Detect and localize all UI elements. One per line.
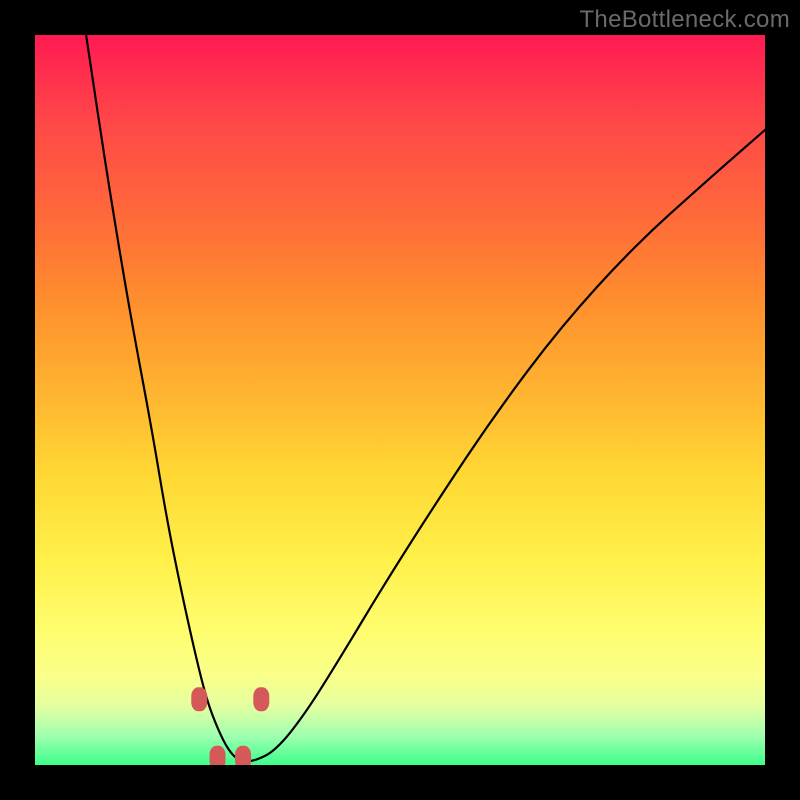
watermark-text: TheBottleneck.com <box>579 6 790 34</box>
bottleneck-curve <box>86 35 765 761</box>
curve-svg <box>35 35 765 765</box>
chart-frame: TheBottleneck.com <box>0 0 800 800</box>
plot-area <box>35 35 765 765</box>
curve-marker <box>235 746 251 765</box>
curve-marker <box>191 687 207 711</box>
curve-marker <box>253 687 269 711</box>
curve-marker <box>210 746 226 765</box>
